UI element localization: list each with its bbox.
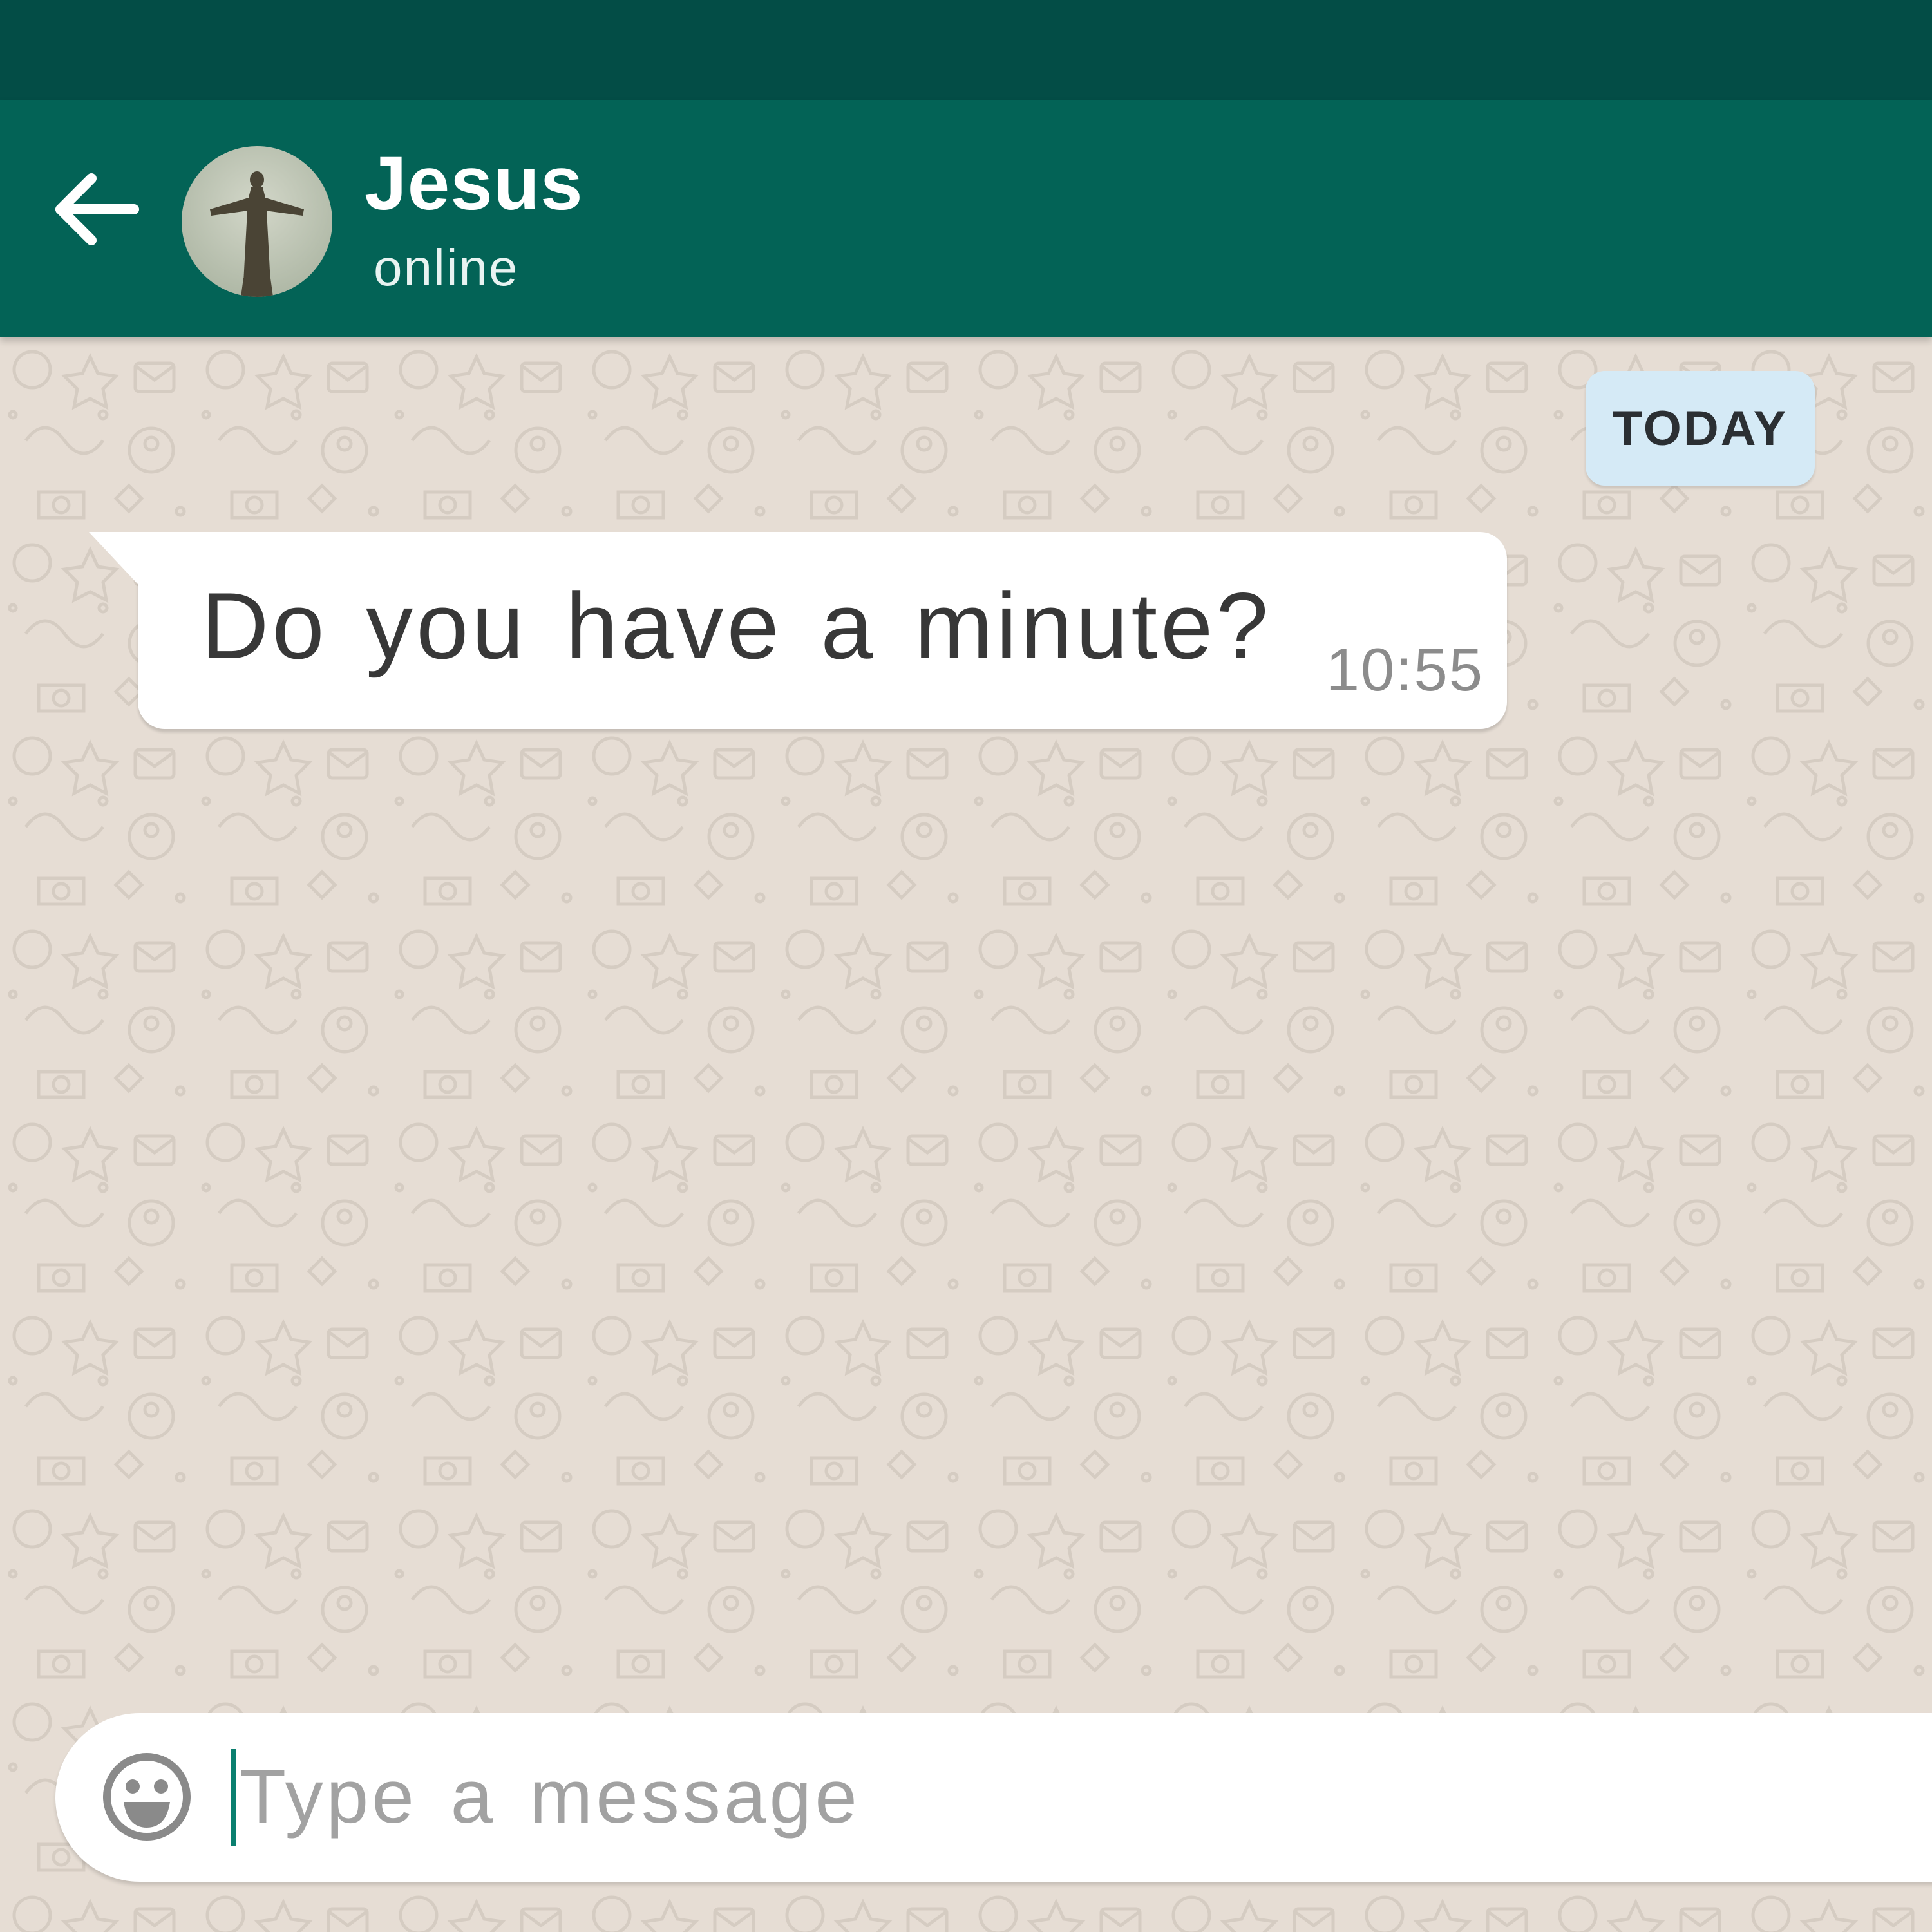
emoji-button[interactable] — [102, 1752, 192, 1842]
incoming-message-bubble[interactable]: Do you have a minute? 10:55 — [89, 532, 1507, 729]
message-text: Do you have a minute? — [201, 573, 1272, 678]
back-button[interactable] — [52, 171, 148, 248]
arrow-left-icon — [55, 173, 139, 245]
bubble-tail — [89, 532, 147, 594]
status-bar — [0, 0, 1932, 100]
chat-header: Jesus online — [0, 100, 1932, 337]
smiley-icon — [103, 1753, 191, 1841]
chat-screen: Jesus online TODAY Do you have a minute?… — [0, 0, 1932, 1932]
message-input[interactable] — [240, 1739, 1270, 1855]
contact-status: online — [374, 239, 519, 296]
date-separator: TODAY — [1586, 371, 1815, 486]
contact-avatar-statue — [182, 146, 332, 297]
text-caret — [231, 1749, 236, 1846]
avatar[interactable] — [182, 146, 332, 297]
message-composer — [55, 1713, 1932, 1882]
contact-name[interactable]: Jesus — [365, 140, 583, 227]
message-time: 10:55 — [1325, 636, 1484, 703]
